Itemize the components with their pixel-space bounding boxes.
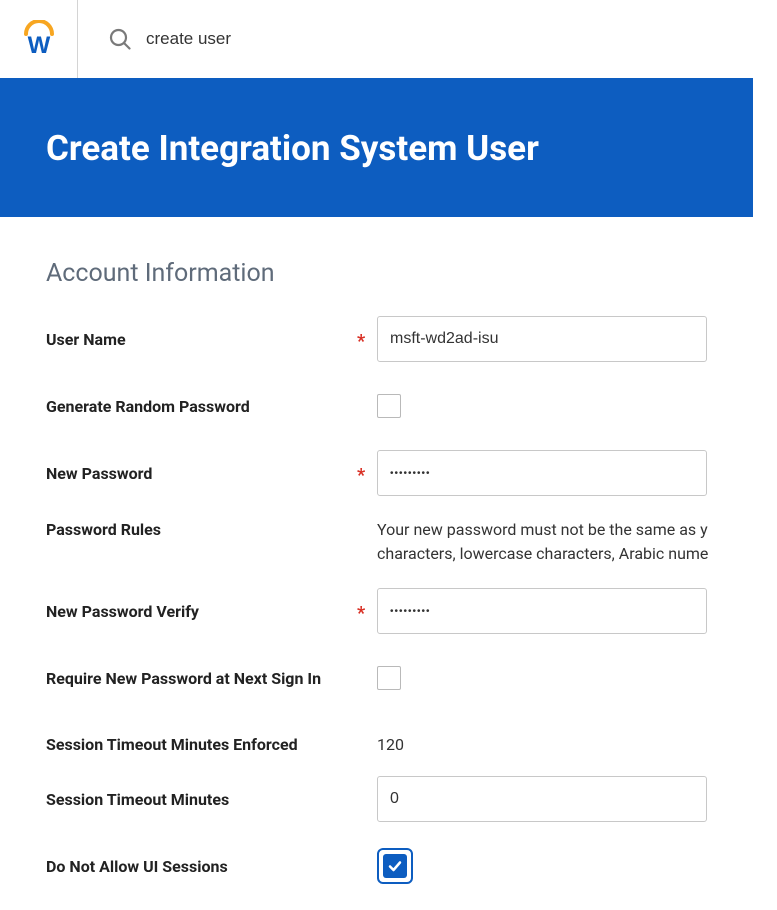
logo-wrap[interactable]: W <box>0 0 78 78</box>
do-not-allow-ui-checkbox[interactable] <box>377 848 413 884</box>
require-new-password-checkbox[interactable] <box>377 666 401 690</box>
new-password-verify-input[interactable] <box>377 588 707 634</box>
row-session-timeout-enforced: Session Timeout Minutes Enforced 120 <box>46 722 753 766</box>
row-session-timeout-minutes: Session Timeout Minutes <box>46 776 753 822</box>
username-input[interactable] <box>377 316 707 362</box>
label-new-password: New Password <box>46 464 357 483</box>
password-rules-text: Your new password must not be the same a… <box>377 518 753 566</box>
label-username: User Name <box>46 330 357 349</box>
label-new-password-verify: New Password Verify <box>46 602 357 621</box>
search-icon <box>108 27 132 51</box>
divider <box>77 0 78 78</box>
topbar: W <box>0 0 777 78</box>
required-indicator: * <box>357 461 371 486</box>
row-generate-random: Generate Random Password <box>46 384 753 428</box>
row-new-password: New Password * <box>46 450 753 496</box>
page-banner: Create Integration System User <box>0 78 753 217</box>
session-timeout-enforced-value: 120 <box>377 735 404 754</box>
generate-random-checkbox[interactable] <box>377 394 401 418</box>
label-require-new-password: Require New Password at Next Sign In <box>46 669 357 688</box>
label-session-timeout-enforced: Session Timeout Minutes Enforced <box>46 735 357 754</box>
label-session-timeout-minutes: Session Timeout Minutes <box>46 790 357 809</box>
required-indicator: * <box>357 327 371 352</box>
content: Account Information User Name * Generate… <box>0 217 753 888</box>
workday-logo-icon: W <box>20 20 58 58</box>
check-icon <box>387 858 403 874</box>
row-do-not-allow-ui: Do Not Allow UI Sessions <box>46 844 753 888</box>
new-password-input[interactable] <box>377 450 707 496</box>
row-require-new-password: Require New Password at Next Sign In <box>46 656 753 700</box>
page-title: Create Integration System User <box>46 128 753 169</box>
row-username: User Name * <box>46 316 753 362</box>
row-new-password-verify: New Password Verify * <box>46 588 753 634</box>
search-wrap <box>78 27 777 51</box>
row-password-rules: Password Rules Your new password must no… <box>46 518 753 566</box>
search-input[interactable] <box>146 29 446 49</box>
label-password-rules: Password Rules <box>46 518 357 539</box>
svg-text:W: W <box>28 32 51 58</box>
session-timeout-minutes-input[interactable] <box>377 776 707 822</box>
label-generate-random: Generate Random Password <box>46 397 357 416</box>
label-do-not-allow-ui: Do Not Allow UI Sessions <box>46 857 357 876</box>
section-title: Account Information <box>46 259 753 288</box>
required-indicator: * <box>357 599 371 624</box>
